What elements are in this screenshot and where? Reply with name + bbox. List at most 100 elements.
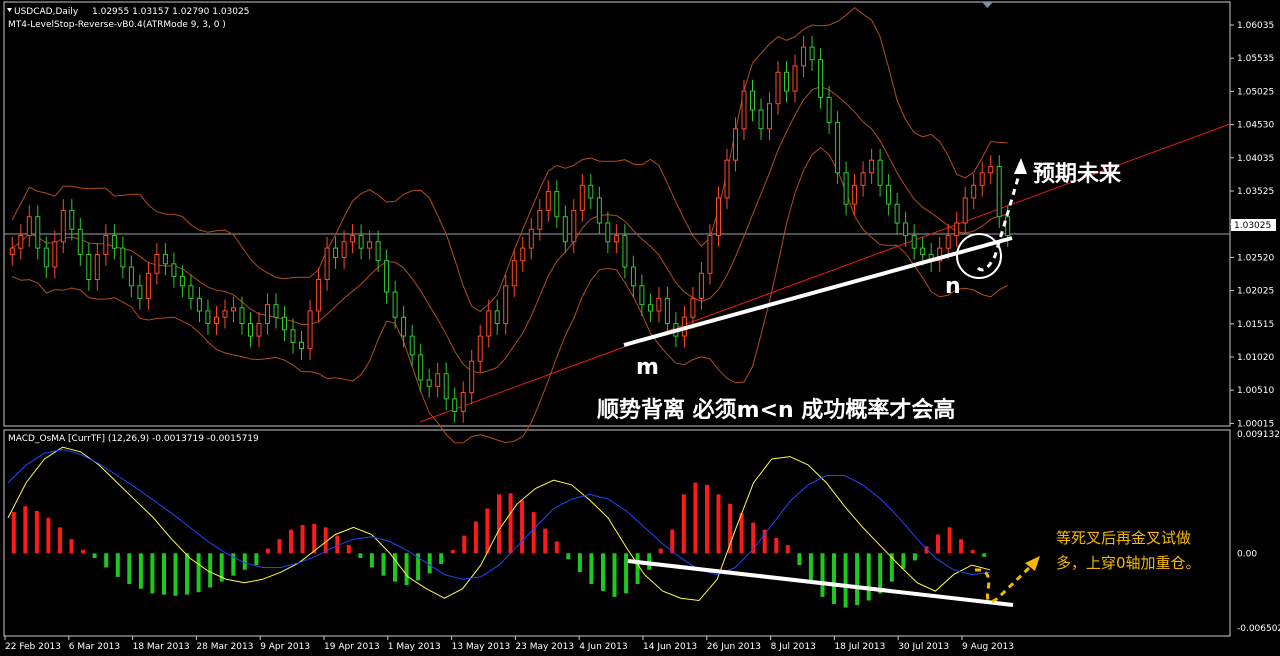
candle-body [622, 235, 628, 268]
candle-body [316, 279, 322, 312]
osma-bar [254, 553, 259, 566]
candle-body [911, 235, 917, 249]
candle-body [375, 241, 381, 262]
osma-bar [23, 506, 28, 554]
candle-body [647, 304, 653, 312]
candle-body [460, 392, 466, 412]
osma-bar [265, 548, 270, 554]
osma-bar [589, 553, 594, 584]
indicator-label: MT4-LevelStop-Reverse-vB0.4(ATRMode 9, 3… [8, 20, 226, 30]
osma-bar [970, 549, 975, 554]
candle-body [18, 235, 24, 249]
candle-body [367, 241, 373, 249]
date-tick-label: 26 Jun 2013 [707, 642, 761, 652]
candle-body [520, 247, 526, 262]
osma-bar [520, 500, 525, 554]
osma-bar [34, 510, 39, 554]
candle-body [511, 260, 517, 287]
candle-body [733, 128, 738, 161]
current-price-label: 1.03025 [1234, 221, 1271, 231]
candle-body [77, 228, 83, 255]
osma-bar [11, 512, 16, 554]
candle-body [350, 235, 356, 243]
candle-body [392, 291, 398, 318]
osma-bar [936, 534, 940, 554]
candle-body [60, 209, 66, 243]
osma-bar [58, 527, 62, 554]
candle-body [188, 285, 194, 299]
price-tick-label: 1.04035 [1237, 154, 1274, 164]
osma-bar [381, 553, 386, 576]
osma-bar [531, 512, 536, 554]
candle-body [307, 310, 313, 350]
date-tick-label: 30 Jul 2013 [898, 642, 949, 652]
candle-body [426, 379, 432, 387]
osma-bar [912, 553, 917, 561]
candle-body [971, 184, 977, 199]
macd-title: MACD_OsMA [CurrTF] (12,26,9) -0.0013719 … [8, 434, 259, 444]
candle-body [214, 316, 219, 325]
date-tick-label: 18 Jul 2013 [834, 642, 885, 652]
candle-body [86, 253, 92, 280]
candle-body [435, 373, 441, 387]
osma-bar [115, 553, 120, 577]
candle-body [894, 203, 900, 224]
osma-bar [947, 527, 952, 554]
osma-bar [774, 538, 779, 554]
osma-bar [312, 523, 317, 554]
price-tick-label: 1.02025 [1237, 287, 1274, 297]
candle-body [588, 184, 594, 199]
candle-body [767, 103, 772, 130]
candle-body [103, 235, 109, 255]
osma-bar [369, 553, 374, 568]
candle-body [979, 172, 985, 186]
candle-body [120, 247, 126, 268]
date-tick-label: 9 Aug 2013 [962, 642, 1014, 652]
candle-body [775, 71, 781, 105]
osma-bar [959, 539, 964, 554]
candle-body [452, 398, 458, 412]
candle-body [750, 90, 755, 111]
osma-bar [866, 553, 871, 601]
candle-body [596, 197, 602, 224]
osma-bar [150, 553, 155, 594]
candle-body [537, 209, 543, 230]
candle-body [477, 335, 483, 362]
candle-body [205, 310, 211, 324]
price-tick-label: 1.01020 [1237, 353, 1274, 363]
candle-body [128, 266, 134, 287]
candle-body [758, 109, 764, 130]
candle-body [698, 272, 704, 299]
candle-body [690, 297, 696, 318]
candle-body [826, 96, 832, 124]
candle-body [920, 247, 926, 255]
candle-body [605, 222, 611, 243]
osma-bar [242, 553, 247, 570]
candle-body [1005, 216, 1011, 236]
osma-bar [508, 493, 513, 554]
candle-body [869, 159, 875, 174]
candle-body [299, 341, 304, 350]
date-tick-label: 28 Mar 2013 [196, 642, 253, 652]
candle-body [801, 46, 806, 67]
osma-bar [127, 553, 132, 584]
candle-body [903, 222, 909, 237]
candle-body [988, 166, 994, 174]
candle-body [877, 159, 883, 186]
candle-body [494, 310, 500, 324]
osma-bar [566, 553, 571, 560]
candle-body [418, 354, 424, 381]
osma-bar [808, 553, 813, 583]
forex-chart: USDCAD,Daily 1.02955 1.03157 1.02790 1.0… [0, 0, 1280, 656]
osma-bar [577, 553, 582, 573]
candle-body [545, 191, 551, 211]
osma-bar [878, 553, 883, 594]
osma-bar [277, 539, 282, 554]
osma-bar [92, 553, 97, 558]
candle-body [94, 253, 100, 280]
candle-body [996, 166, 1002, 218]
osma-bar [716, 494, 721, 554]
date-tick-label: 1 May 2013 [388, 642, 441, 652]
candle-body [724, 159, 730, 199]
osma-bar [346, 545, 351, 554]
